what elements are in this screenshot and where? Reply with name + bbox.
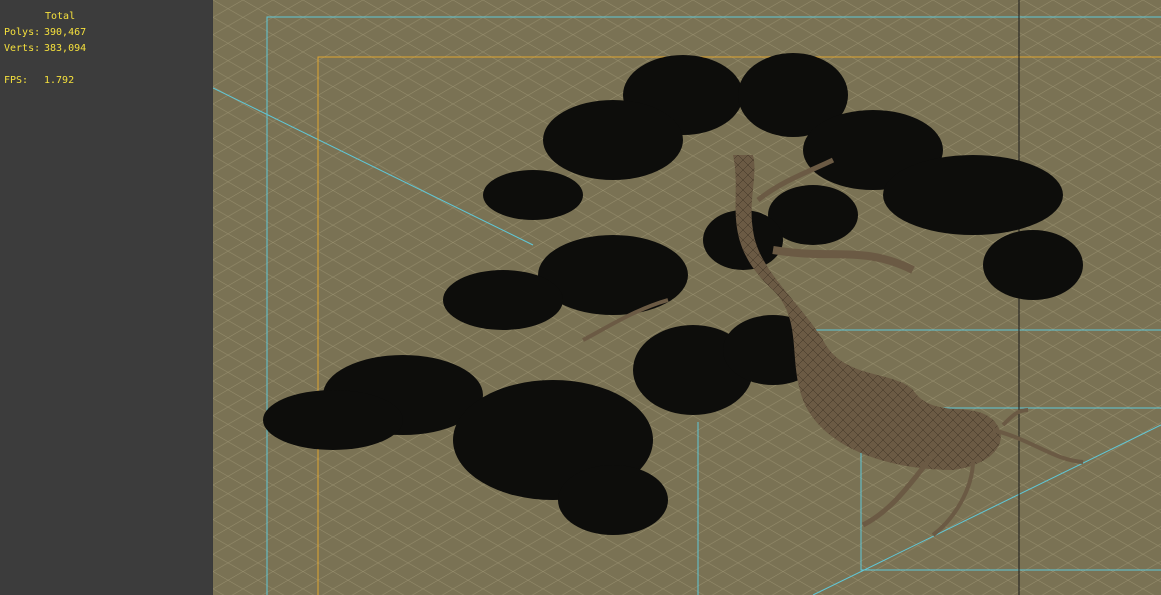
verts-label: Verts: [4, 43, 41, 54]
fps-value: 1.792 [44, 75, 75, 86]
polys-row: Polys: 390,467 [4, 25, 86, 41]
viewport-canvas[interactable] [213, 0, 1161, 595]
viewport-statistics: Total Polys: 390,467 Verts: 383,094 FPS:… [4, 9, 86, 89]
stats-panel: Total Polys: 390,467 Verts: 383,094 FPS:… [0, 0, 212, 595]
verts-row: Verts: 383,094 [4, 41, 86, 57]
fps-label: FPS: [4, 75, 29, 86]
polys-value: 390,467 [44, 27, 87, 38]
polys-label: Polys: [4, 27, 41, 38]
stats-header: Total [45, 11, 76, 22]
fps-row: FPS: 1.792 [4, 73, 86, 89]
3d-viewport[interactable] [213, 0, 1161, 595]
verts-value: 383,094 [44, 43, 87, 54]
